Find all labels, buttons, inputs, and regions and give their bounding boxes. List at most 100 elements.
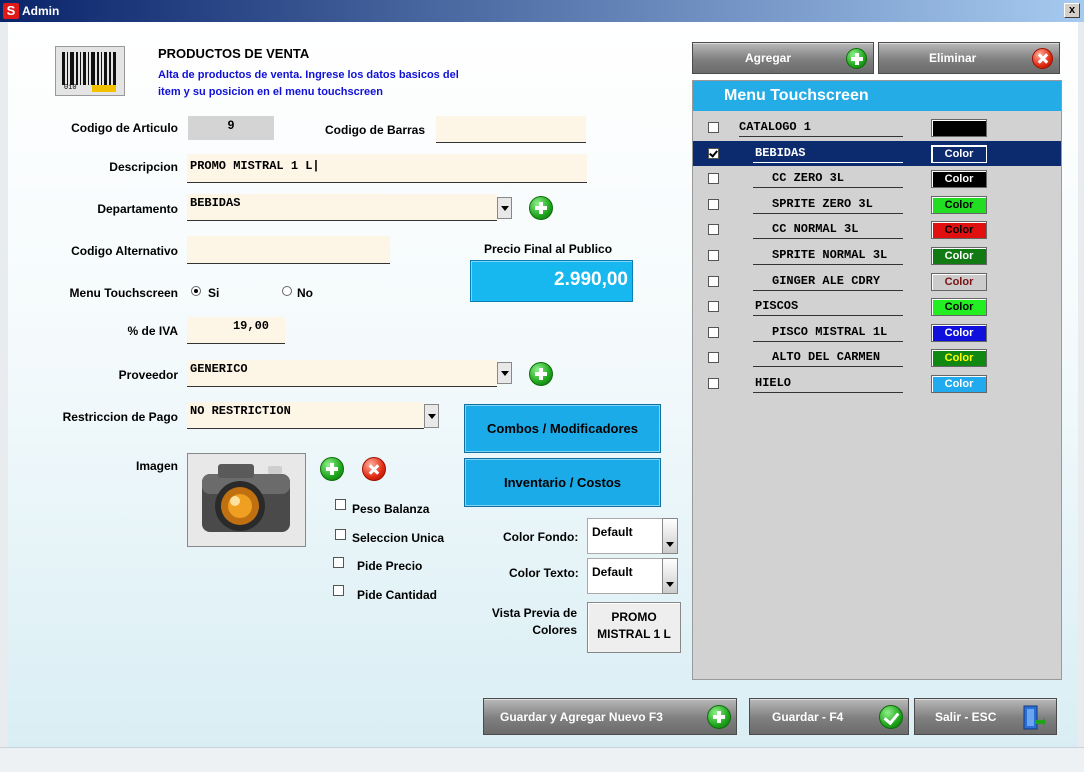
menu-item-label: HIELO	[755, 376, 792, 390]
restriccion-pago-select[interactable]: NO RESTRICTION	[187, 402, 424, 429]
proveedor-dropdown-arrow[interactable]	[497, 362, 512, 384]
menu-item-underline	[753, 264, 903, 265]
menu-item-row[interactable]: CC ZERO 3L Color	[693, 166, 1061, 191]
menu-item-label: PISCO MISTRAL 1L	[772, 324, 888, 339]
menu-item-row[interactable]: SPRITE ZERO 3L Color	[693, 192, 1061, 217]
color-texto-label: Color Texto:	[509, 566, 579, 580]
vista-previa-preview: PROMO MISTRAL 1 L	[587, 602, 681, 653]
departamento-dropdown-arrow[interactable]	[497, 197, 512, 219]
menu-item-color-button[interactable]	[931, 119, 987, 137]
page-subtitle-line-1: Alta de productos de venta. Ingrese los …	[158, 69, 459, 81]
codigo-alternativo-field[interactable]	[187, 236, 390, 264]
menu-item-row[interactable]: SPRITE NORMAL 3L Color	[693, 243, 1061, 268]
combos-modificadores-button[interactable]: Combos / Modificadores	[464, 404, 661, 453]
menu-item-label: PISCOS	[755, 299, 799, 314]
menu-item-row[interactable]: GINGER ALE CDRY Color	[693, 269, 1061, 294]
pide-cantidad-checkbox[interactable]	[333, 585, 344, 596]
page-subtitle-line-2: item y su posicion en el menu touchscree…	[158, 86, 383, 98]
menu-item-underline	[739, 136, 903, 137]
agregar-label: Agregar	[745, 51, 792, 65]
menu-item-underline	[753, 187, 903, 189]
add-departamento-icon[interactable]	[529, 196, 553, 220]
menu-item-color-button[interactable]: Color	[931, 298, 987, 317]
menu-item-color-button[interactable]: Color	[931, 195, 987, 214]
menu-item-checkbox[interactable]	[708, 275, 719, 287]
menu-item-color-button[interactable]: Color	[931, 375, 987, 393]
menu-item-underline	[753, 289, 903, 291]
codigo-alternativo-label: Codigo Alternativo	[71, 244, 178, 258]
descripcion-label: Descripcion	[109, 160, 178, 174]
codigo-barras-field[interactable]	[436, 116, 586, 143]
pide-precio-checkbox[interactable]	[333, 557, 344, 568]
add-image-icon[interactable]	[320, 457, 344, 481]
color-fondo-select[interactable]: Default	[587, 518, 663, 554]
menu-item-color-button[interactable]: Color	[931, 221, 987, 240]
vista-previa-label-2: Colores	[532, 623, 577, 637]
menu-item-color-button[interactable]: Color	[931, 144, 987, 163]
restriccion-pago-dropdown-arrow[interactable]	[424, 404, 439, 428]
menu-item-row[interactable]: HIELO Color	[693, 371, 1061, 396]
peso-balanza-checkbox[interactable]	[335, 499, 346, 510]
color-fondo-value: Default	[592, 525, 633, 539]
menu-item-row[interactable]: PISCOS Color	[693, 294, 1061, 319]
eliminar-x-icon	[1032, 48, 1053, 69]
menu-item-checkbox[interactable]	[708, 224, 719, 236]
precio-field: 2.990,00	[470, 260, 633, 302]
color-fondo-dropdown-arrow[interactable]	[662, 518, 678, 554]
add-proveedor-icon[interactable]	[529, 362, 553, 386]
color-texto-dropdown-arrow[interactable]	[662, 558, 678, 594]
guardar-check-icon	[879, 705, 903, 729]
proveedor-select[interactable]: GENERICO	[187, 360, 497, 387]
guardar-agregar-nuevo-label: Guardar y Agregar Nuevo F3	[500, 709, 663, 724]
menu-touchscreen-label: Menu Touchscreen	[69, 286, 178, 300]
iva-field[interactable]: 19,00	[187, 317, 285, 344]
menu-touchscreen-no-radio[interactable]	[282, 286, 292, 296]
salir-button[interactable]: Salir - ESC	[914, 698, 1057, 735]
menu-item-checkbox[interactable]	[708, 147, 719, 159]
departamento-select[interactable]: BEBIDAS	[187, 194, 497, 221]
menu-item-color-button[interactable]: Color	[931, 349, 987, 368]
agregar-button[interactable]: Agregar	[692, 42, 874, 74]
menu-item-underline	[753, 340, 903, 342]
codigo-barras-label: Codigo de Barras	[325, 123, 426, 137]
guardar-button[interactable]: Guardar - F4	[749, 698, 909, 735]
camera-icon	[202, 464, 290, 532]
app-logo-icon: S	[3, 3, 19, 19]
product-image[interactable]	[187, 453, 306, 547]
menu-item-row[interactable]: ALTO DEL CARMEN Color	[693, 345, 1061, 370]
menu-item-label: CC ZERO 3L	[772, 171, 845, 186]
menu-item-checkbox[interactable]	[708, 378, 719, 389]
menu-item-color-button[interactable]: Color	[931, 272, 987, 291]
menu-item-checkbox[interactable]	[708, 122, 719, 133]
menu-item-checkbox[interactable]	[708, 326, 719, 338]
guardar-agregar-nuevo-button[interactable]: Guardar y Agregar Nuevo F3	[483, 698, 737, 735]
inventario-costos-button[interactable]: Inventario / Costos	[464, 458, 661, 507]
color-texto-select[interactable]: Default	[587, 558, 663, 594]
menu-item-color-button[interactable]: Color	[931, 170, 987, 189]
seleccion-unica-label: Seleccion Unica	[352, 531, 445, 545]
pide-precio-label: Pide Precio	[357, 559, 423, 573]
menu-touchscreen-si-radio[interactable]	[191, 286, 201, 296]
eliminar-button[interactable]: Eliminar	[878, 42, 1060, 74]
menu-touchscreen-panel: Menu Touchscreen CATALOGO 1 BEBIDAS Color C…	[692, 80, 1062, 680]
menu-item-label: SPRITE NORMAL 3L	[772, 248, 888, 262]
menu-item-checkbox[interactable]	[708, 198, 719, 210]
remove-image-icon[interactable]	[362, 457, 386, 481]
menu-item-checkbox[interactable]	[708, 173, 719, 185]
menu-item-row[interactable]: PISCO MISTRAL 1L Color	[693, 320, 1061, 345]
menu-item-color-button[interactable]: Color	[931, 247, 987, 265]
menu-item-checkbox[interactable]	[708, 301, 719, 313]
menu-item-checkbox[interactable]	[708, 250, 719, 261]
seleccion-unica-checkbox[interactable]	[335, 529, 346, 540]
agregar-plus-icon	[846, 48, 867, 69]
menu-item-color-button[interactable]: Color	[931, 323, 987, 342]
menu-item-row[interactable]: CATALOGO 1	[693, 115, 1061, 140]
menu-item-label: SPRITE ZERO 3L	[772, 196, 873, 211]
descripcion-field[interactable]: PROMO MISTRAL 1 L|	[187, 154, 587, 183]
menu-item-checkbox[interactable]	[708, 352, 719, 364]
menu-item-row[interactable]: CC NORMAL 3L Color	[693, 217, 1061, 242]
close-window-button[interactable]: x	[1064, 3, 1080, 18]
menu-item-underline	[753, 212, 903, 214]
menu-item-label: ALTO DEL CARMEN	[772, 350, 881, 365]
menu-item-row[interactable]: BEBIDAS Color	[693, 140, 1061, 166]
